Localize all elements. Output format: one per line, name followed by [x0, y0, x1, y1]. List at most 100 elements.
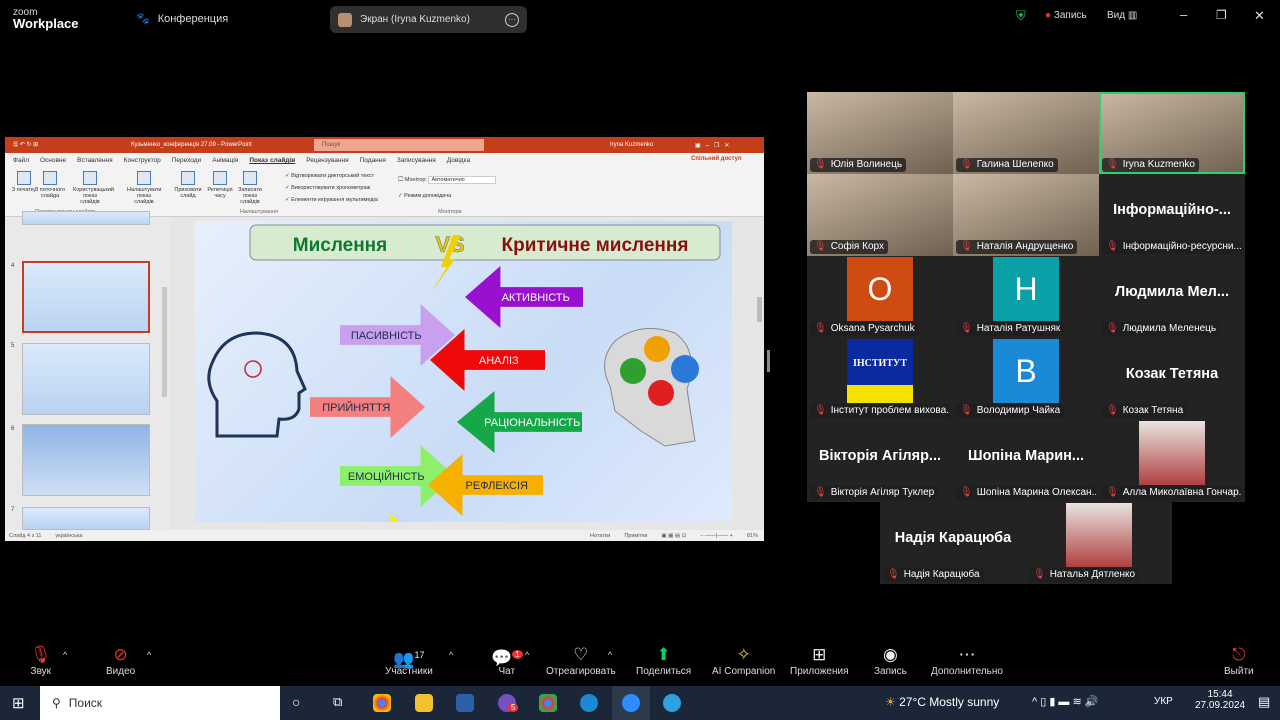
participant-tile[interactable]: 🎙︎ Наталія Андрущенко	[953, 174, 1099, 256]
checkbox-timings[interactable]: ✓ Використовувати хронометраж	[285, 185, 370, 191]
ppt-search-input[interactable]: Пошук	[314, 139, 484, 151]
audio-options-chevron[interactable]: ^	[63, 650, 67, 660]
ribbon-tab[interactable]: Файл	[13, 157, 29, 164]
ribbon-tab[interactable]: Переходи	[172, 157, 201, 164]
ribbon-tab[interactable]: Основне	[40, 157, 66, 164]
close-icon[interactable]: ✕	[1254, 8, 1265, 24]
participant-tile[interactable]: 🎙︎ Юлія Волинець	[807, 92, 953, 174]
clock[interactable]: 15:44 27.09.2024	[1195, 689, 1245, 711]
video-button[interactable]: ⊘ Видео	[106, 644, 135, 677]
checkbox-narration[interactable]: ✓ Відтворювати дикторський текст	[285, 173, 374, 179]
react-chevron[interactable]: ^	[608, 650, 612, 660]
participants-button[interactable]: 👥17 Участники	[385, 644, 433, 677]
word-icon[interactable]	[456, 694, 474, 712]
maximize-icon[interactable]: ❐	[1216, 8, 1227, 22]
weather-widget[interactable]: ☀ 27°C Mostly sunny	[885, 695, 999, 709]
video-options-chevron[interactable]: ^	[147, 650, 151, 660]
taskbar-search[interactable]: ⚲ Поиск	[40, 686, 280, 720]
participants-chevron[interactable]: ^	[449, 650, 453, 660]
system-tray-icons[interactable]: ^ ▯ ▮ ▬ ≋ 🔊	[1032, 695, 1098, 708]
participant-tile[interactable]: 🎙︎ Галина Шелепко	[953, 92, 1099, 174]
participant-tile[interactable]: 🎙︎ Софія Корх	[807, 174, 953, 256]
shield-icon[interactable]: ⛨	[1016, 8, 1026, 24]
ribbon-tab[interactable]: Довідка	[447, 157, 470, 164]
zoom-level[interactable]: 81%	[747, 533, 758, 539]
ribbon-button[interactable]: Репетиція часу	[203, 171, 237, 199]
quick-access-icons[interactable]: 🖫 ↶ ↻ ⊞	[13, 140, 38, 150]
ribbon-button[interactable]: Користувацький показ слайдів	[73, 171, 114, 205]
notes-button[interactable]: Нотатки	[590, 533, 610, 539]
leave-button[interactable]: ⎋ Выйти	[1224, 644, 1254, 677]
participant-tile[interactable]: ІНСТИТУТ 🎙︎ Інститут проблем вихова...	[807, 338, 953, 420]
participant-tile[interactable]: Людмила Мел... 🎙︎ Людмила Меленець	[1099, 256, 1245, 338]
record-indicator[interactable]: ● Запись	[1045, 10, 1087, 21]
edge-icon[interactable]	[580, 694, 598, 712]
share-button[interactable]: Спільний доступ	[691, 156, 742, 162]
windows-start-icon[interactable]: ⊞	[12, 694, 25, 712]
meeting-info-button[interactable]: 🐾 Конференция	[136, 12, 228, 26]
slide-thumbnail-5[interactable]	[22, 343, 150, 415]
apps-button[interactable]: ⊞ Приложения	[790, 644, 849, 677]
slide-thumbnail-7[interactable]	[22, 507, 150, 530]
split-handle[interactable]	[767, 350, 770, 372]
thumbnails-scrollbar[interactable]	[162, 287, 167, 397]
window-controls[interactable]: ▣ – ❐ ✕	[695, 142, 729, 149]
participant-tile[interactable]: Козак Тетяна 🎙︎ Козак Тетяна	[1099, 338, 1245, 420]
chat-chevron[interactable]: ^	[525, 650, 529, 660]
ribbon-tab[interactable]: Показ слайдів	[249, 157, 295, 164]
ribbon-button[interactable]: З поточного слайда	[33, 171, 67, 199]
share-button[interactable]: ⬆ Поделиться	[636, 644, 691, 677]
ribbon-tab[interactable]: Вставлення	[77, 157, 113, 164]
participant-tile[interactable]: 🎙︎ Iryna Kuzmenko	[1099, 92, 1245, 174]
slide-scrollbar[interactable]	[757, 297, 762, 322]
participant-tile[interactable]: B 🎙︎ Володимир Чайка	[953, 338, 1099, 420]
slide-thumbnail-6[interactable]	[22, 424, 150, 496]
ribbon-button[interactable]: Записати показ слайдів	[233, 171, 267, 205]
notifications-icon[interactable]: ▤	[1258, 694, 1270, 710]
checkbox-media-controls[interactable]: ✓ Елементи керування мультимедіа	[285, 197, 378, 203]
monitor-select[interactable]: 🖵 Монітор: Автоматично	[398, 176, 496, 184]
participant-tile[interactable]: 🎙︎ Наталья Дятленко	[1026, 502, 1172, 584]
chrome-icon[interactable]	[373, 694, 391, 712]
participant-tile[interactable]: 🎙︎ Алла Миколаївна Гончар...	[1099, 420, 1245, 502]
participant-tile[interactable]: Шопіна Марин... 🎙︎ Шопіна Марина Олексан..…	[953, 420, 1099, 502]
comments-button[interactable]: Примітки	[624, 533, 647, 539]
share-screen-pill[interactable]: Экран (Iryna Kuzmenko) ···	[330, 6, 527, 33]
participant-tile[interactable]: H 🎙︎ Наталія Ратушняк	[953, 256, 1099, 338]
ribbon-tab[interactable]: Подання	[360, 157, 386, 164]
viber-icon[interactable]: 5	[498, 694, 519, 712]
task-view-icon[interactable]: ⧉	[333, 694, 342, 710]
telegram-icon[interactable]	[663, 694, 681, 712]
slide-thumbnail[interactable]	[22, 211, 150, 225]
minimize-icon[interactable]: –	[1180, 7, 1187, 22]
file-explorer-icon[interactable]	[415, 694, 433, 712]
participant-tile[interactable]: O 🎙︎ Oksana Pysarchuk	[807, 256, 953, 338]
checkbox-presenter-view[interactable]: ✓ Режим доповідача	[398, 193, 451, 199]
ribbon-tab[interactable]: Рецензування	[306, 157, 348, 164]
arrow-shape	[390, 514, 400, 522]
ribbon-button[interactable]: Налаштувати показ слайдів	[127, 171, 161, 205]
ribbon-tab[interactable]: Записування	[397, 157, 436, 164]
participant-tile[interactable]: Інформаційно-... 🎙︎ Інформаційно-ресурсни.…	[1099, 174, 1245, 256]
record-button[interactable]: ◉ Запись	[874, 644, 907, 677]
zoom-taskbar-item[interactable]	[612, 686, 650, 720]
cortana-icon[interactable]: ○	[292, 694, 300, 710]
view-button[interactable]: Вид ▥	[1107, 10, 1137, 21]
chat-button[interactable]: 💬 1 Чат	[491, 644, 523, 677]
slide-thumbnail-4[interactable]	[22, 261, 150, 333]
audio-button[interactable]: 🎙︎ Звук	[30, 644, 52, 677]
chrome-profile-icon[interactable]	[539, 694, 557, 712]
react-button[interactable]: ♡ Отреагировать	[546, 644, 616, 677]
ribbon-button[interactable]: Приховати слайд	[171, 171, 205, 199]
more-button[interactable]: ⋯ Дополнительно	[931, 644, 1003, 677]
ribbon-tab[interactable]: Конструктор	[124, 157, 161, 164]
language-indicator[interactable]: українська	[55, 533, 82, 539]
language-indicator[interactable]: УКР	[1154, 696, 1173, 707]
view-buttons[interactable]: ▣ ▦ ▤ ⊡	[661, 533, 686, 539]
zoom-slider[interactable]: – ——|—— +	[700, 533, 733, 539]
more-icon[interactable]: ···	[505, 12, 519, 27]
participant-tile[interactable]: Вікторія Агіляр... 🎙︎ Вікторія Агіляр Тукл…	[807, 420, 953, 502]
ai-companion-button[interactable]: ✧ AI Companion	[712, 644, 775, 677]
participant-tile[interactable]: Надія Карацюба 🎙︎ Надія Карацюба	[880, 502, 1026, 584]
ribbon-tab[interactable]: Анімація	[212, 157, 238, 164]
